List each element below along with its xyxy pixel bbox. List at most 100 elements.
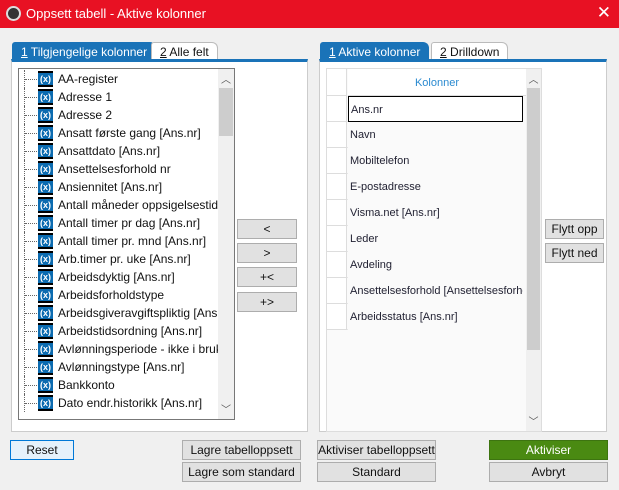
tab-label: Alle felt [166,45,209,59]
save-layout-button[interactable]: Lagre tabelloppsett [182,440,301,460]
row-cell[interactable]: Avdeling [348,252,523,278]
table-row[interactable]: E-postadresse [327,174,523,200]
list-item-label: Antall timer pr dag [Ans.nr] [58,216,201,230]
activate-button[interactable]: Aktiviser [489,440,608,460]
remove-all-button[interactable]: +< [237,267,297,287]
table-row[interactable]: Ans.nr [327,96,523,122]
scroll-down-icon[interactable]: ﹀ [526,413,541,428]
list-item[interactable]: (x) Adresse 1 [19,88,219,106]
list-item[interactable]: (x) Dato endr.historikk [Ans.nr] [19,394,219,412]
list-item[interactable]: (x) Antall måneder oppsigelsestid [Ans.nr… [19,196,234,214]
list-item[interactable]: (x) Antall timer pr. mnd [Ans.nr] [19,232,219,250]
tab-all-fields[interactable]: 2 Alle felt [151,42,218,60]
table-row[interactable]: Navn [327,122,523,148]
list-item[interactable]: (x) AA-register [19,70,219,88]
field-icon: (x) [38,359,53,375]
list-item-label: Avlønningstype [Ans.nr] [58,360,185,374]
list-item[interactable]: (x) Adresse 2 [19,106,219,124]
row-cell[interactable]: Navn [348,122,523,148]
scrollbar[interactable]: ︿ ﹀ [218,69,234,419]
tree-line [24,142,39,160]
tab-label: Aktive kolonner [335,45,421,59]
field-icon: (x) [38,143,53,159]
cancel-button[interactable]: Avbryt [489,462,608,482]
field-icon: (x) [38,395,53,411]
row-cell[interactable]: Arbeidsstatus [Ans.nr] [348,304,523,330]
list-item[interactable]: (x) Bankkonto [19,376,219,394]
row-cell[interactable]: Visma.net [Ans.nr] [348,200,523,226]
table-row[interactable]: Visma.net [Ans.nr] [327,200,523,226]
tab-number: 1 [21,45,28,59]
list-item[interactable]: (x) Arbeidstidsordning [Ans.nr] [19,322,219,340]
add-all-button[interactable]: +> [237,292,297,312]
move-down-button[interactable]: Flytt ned [545,243,604,263]
row-cell[interactable]: Ansettelsesforhold [Ansettelsesforhold n… [348,278,523,304]
move-up-button[interactable]: Flytt opp [545,219,604,239]
list-item[interactable]: (x) Arb.timer pr. uke [Ans.nr] [19,250,219,268]
tab-number: 2 [440,45,447,59]
list-item[interactable]: (x) Arbeidsgiveravgiftspliktig [Ans.nr] [19,304,234,322]
row-header[interactable] [327,122,347,148]
list-item[interactable]: (x) Arbeidsforholdstype [19,286,219,304]
scrollbar[interactable]: ︿ ﹀ [526,69,541,431]
list-item-label: Bankkonto [58,378,115,392]
remove-column-button[interactable]: < [237,219,297,239]
tab-active-columns[interactable]: 1 Aktive kolonner [320,42,430,60]
list-item[interactable]: (x) Antall timer pr dag [Ans.nr] [19,214,219,232]
row-header[interactable] [327,226,347,252]
available-columns-list[interactable]: (x) AA-register (x) Adresse 1 (x) Adresse 2 (x… [18,68,235,420]
list-item[interactable]: (x) Ansatt første gang [Ans.nr] [19,124,219,142]
tree-line [24,106,39,124]
table-row[interactable]: Ansettelsesforhold [Ansettelsesforhold n… [327,278,523,304]
tree-line [24,358,39,376]
field-icon: (x) [38,107,53,123]
table-row[interactable]: Mobiltelefon [327,148,523,174]
row-header[interactable] [327,278,347,304]
tree-line [24,124,39,142]
list-item[interactable]: (x) Arbeidsdyktig [Ans.nr] [19,268,219,286]
row-header[interactable] [327,252,347,278]
row-header[interactable] [327,96,347,122]
column-header[interactable]: Kolonner [348,69,526,96]
scroll-up-icon[interactable]: ︿ [218,71,234,86]
field-icon: (x) [38,89,53,105]
scroll-down-icon[interactable]: ﹀ [218,401,234,416]
close-icon[interactable]: ✕ [597,3,611,23]
list-item-label: Dato endr.historikk [Ans.nr] [58,396,203,410]
scroll-up-icon[interactable]: ︿ [526,71,541,86]
row-header[interactable] [327,148,347,174]
row-header[interactable] [327,304,347,330]
table-row[interactable]: Leder [327,226,523,252]
standard-button[interactable]: Standard [317,462,436,482]
add-column-button[interactable]: > [237,243,297,263]
row-cell[interactable]: Mobiltelefon [348,148,523,174]
field-icon: (x) [38,215,53,231]
tab-available-columns[interactable]: 1 Tilgjengelige kolonner [12,42,157,60]
list-item[interactable]: (x) Avlønningsperiode - ikke i bruk [Ans.… [19,340,234,358]
row-cell[interactable]: E-postadresse [348,174,523,200]
row-cell[interactable]: Ans.nr [348,96,523,122]
list-item[interactable]: (x) Ansettelsesforhold nr [19,160,219,178]
list-item[interactable]: (x) Ansiennitet [Ans.nr] [19,178,219,196]
table-row[interactable]: Arbeidsstatus [Ans.nr] [327,304,523,330]
tree-line [24,160,39,178]
row-cell[interactable]: Leder [348,226,523,252]
list-item[interactable]: (x) Avlønningstype [Ans.nr] [19,358,219,376]
tree-line [24,304,39,322]
scroll-thumb[interactable] [219,88,233,136]
save-as-default-button[interactable]: Lagre som standard [182,462,301,482]
list-item-label: Arb.timer pr. uke [Ans.nr] [58,252,191,266]
tab-label: Tilgjengelige kolonner [27,45,148,59]
tree-line [24,214,39,232]
tree-line [24,70,39,88]
field-icon: (x) [38,197,53,213]
table-row[interactable]: Avdeling [327,252,523,278]
tab-drilldown[interactable]: 2 Drilldown [431,42,509,60]
row-header[interactable] [327,174,347,200]
list-item[interactable]: (x) Ansattdato [Ans.nr] [19,142,219,160]
scroll-thumb[interactable] [527,88,540,350]
row-header[interactable] [327,200,347,226]
active-columns-grid[interactable]: Kolonner Ans.nr Navn Mobiltelefon E-postadr… [326,68,542,432]
reset-button[interactable]: Reset [10,440,74,460]
activate-layout-button[interactable]: Aktiviser tabelloppsett [317,440,436,460]
